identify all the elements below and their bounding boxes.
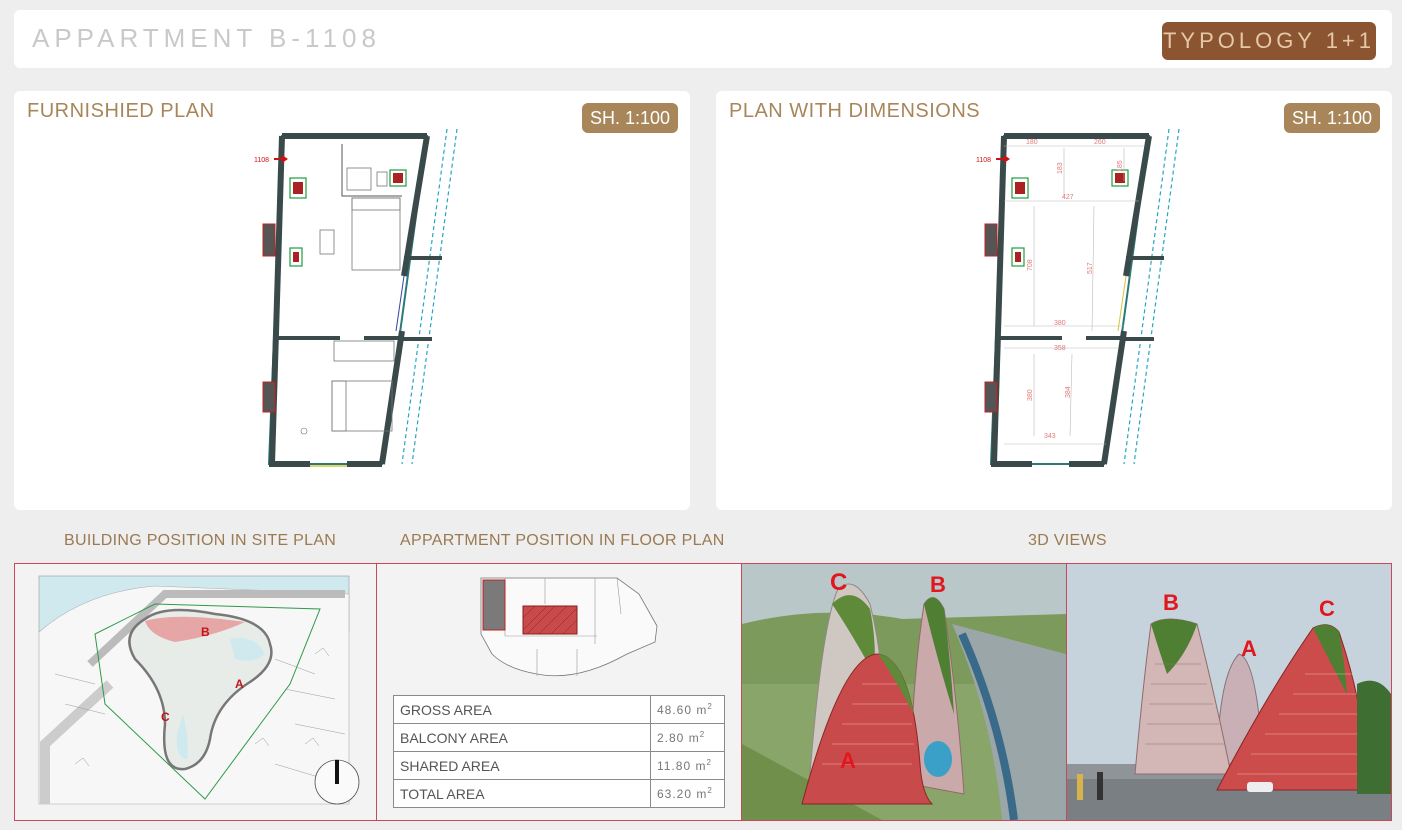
view2-label-c: C [1319, 596, 1335, 621]
dimension-plan-title: PLAN WITH DIMENSIONS [729, 100, 981, 122]
dim-380-top: 380 [1054, 320, 1066, 327]
furnished-plan-title: FURNISHIED PLAN [27, 100, 215, 122]
furnished-plan-panel: FURNISHIED PLAN SH. 1:100 1108 [14, 91, 690, 510]
furnished-plan-scale: SH. 1:100 [582, 103, 678, 133]
dim-183: 183 [1057, 162, 1064, 174]
balcony-area-label: BALCONY AREA [393, 723, 651, 752]
dim-384: 384 [1065, 386, 1072, 398]
dimension-plan-scale: SH. 1:100 [1284, 103, 1380, 133]
dim-185: 185 [1117, 160, 1124, 172]
total-area-value: 63.20 m2 [650, 779, 725, 808]
dimension-floor-plan-drawing: 1108 180 260 183 185 427 708 517 380 358… [976, 128, 1180, 467]
view1-label-b: B [930, 572, 946, 597]
area-table: GROSS AREA 48.60 m2 BALCONY AREA 2.80 m2… [393, 695, 725, 808]
site-plan-box: B A C [14, 563, 377, 821]
site-label-c: C [161, 710, 170, 724]
dim-708: 708 [1027, 259, 1034, 271]
area-row-shared: SHARED AREA 11.80 m2 [393, 751, 725, 780]
view2-label-b: B [1163, 590, 1179, 615]
site-label-b: B [201, 625, 210, 639]
dim-427: 427 [1062, 194, 1074, 201]
site-label-a: A [235, 677, 244, 691]
dimension-plan-panel: PLAN WITH DIMENSIONS SH. 1:100 1108 180 … [716, 91, 1392, 510]
view2-label-a: A [1241, 636, 1257, 661]
street-render-image: B A C [1067, 564, 1391, 820]
site-plan-drawing: B A C [38, 575, 360, 805]
apartment-title: APPARTMENT B-1108 [32, 23, 381, 53]
gross-area-value: 48.60 m2 [650, 695, 725, 724]
furnished-unit-marker: 1108 [254, 157, 269, 164]
shared-area-label: SHARED AREA [393, 751, 651, 780]
furnished-floor-plan-drawing: 1108 [254, 128, 458, 467]
dim-358: 358 [1054, 345, 1066, 352]
area-row-balcony: BALCONY AREA 2.80 m2 [393, 723, 725, 752]
dim-343: 343 [1044, 433, 1056, 440]
floor-position-drawing [480, 577, 658, 677]
floor-plan-box: GROSS AREA 48.60 m2 BALCONY AREA 2.80 m2… [376, 563, 742, 821]
typology-badge: TYPOLOGY 1+1 [1162, 22, 1376, 60]
floor-plan-heading: APPARTMENT POSITION IN FLOOR PLAN [400, 532, 725, 549]
area-row-gross: GROSS AREA 48.60 m2 [393, 695, 725, 724]
area-row-total: TOTAL AREA 63.20 m2 [393, 779, 725, 808]
site-plan-heading: BUILDING POSITION IN SITE PLAN [64, 532, 337, 549]
shared-area-value: 11.80 m2 [650, 751, 725, 780]
aerial-3d-view: C B A [741, 563, 1067, 821]
dim-180: 180 [1026, 139, 1038, 146]
aerial-render-image: C B A [742, 564, 1066, 820]
dim-517: 517 [1087, 262, 1094, 274]
view1-label-c: C [830, 569, 847, 596]
views-heading: 3D VIEWS [1028, 532, 1107, 549]
dim-260: 260 [1094, 139, 1106, 146]
total-area-label: TOTAL AREA [393, 779, 651, 808]
dimension-unit-marker: 1108 [976, 157, 991, 164]
dim-380-bottom: 380 [1027, 389, 1034, 401]
view1-label-a: A [840, 748, 856, 773]
street-3d-view: B A C [1066, 563, 1392, 821]
gross-area-label: GROSS AREA [393, 695, 651, 724]
balcony-area-value: 2.80 m2 [650, 723, 725, 752]
header-bar: APPARTMENT B-1108 TYPOLOGY 1+1 [14, 10, 1392, 68]
